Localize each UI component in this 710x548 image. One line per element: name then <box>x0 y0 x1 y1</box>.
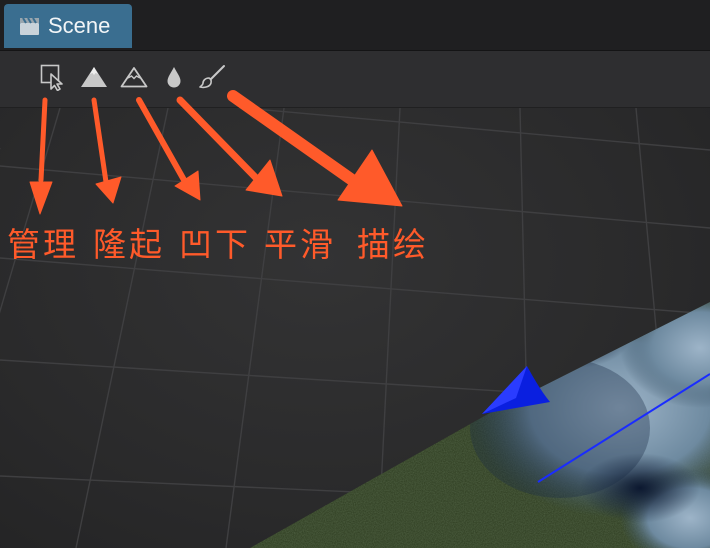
label-lower: 凹下 <box>179 225 251 264</box>
clapperboard-icon <box>19 16 40 36</box>
select-cursor-icon <box>39 63 67 95</box>
raise-mountain-icon <box>79 64 109 94</box>
lower-tool-button[interactable] <box>119 65 149 93</box>
paint-tool-button[interactable] <box>197 65 227 93</box>
lower-mountain-icon <box>119 64 149 94</box>
manage-tool-button[interactable] <box>38 63 68 95</box>
label-paint: 描绘 <box>357 225 429 264</box>
tab-label: Scene <box>48 13 111 38</box>
raise-tool-button[interactable] <box>79 65 109 93</box>
scene-canvas <box>0 108 710 548</box>
tab-bar: Scene <box>0 0 710 51</box>
terrain-toolbar <box>0 51 710 108</box>
scene-viewport[interactable] <box>0 108 710 548</box>
label-raise: 隆起 <box>93 225 165 264</box>
label-manage: 管理 <box>7 225 79 264</box>
smooth-drop-icon <box>164 64 184 94</box>
terrain-mesh <box>250 302 710 548</box>
tab-scene[interactable]: Scene <box>4 4 132 48</box>
paint-brush-icon <box>197 63 227 95</box>
label-smooth: 平滑 <box>264 225 336 264</box>
smooth-tool-button[interactable] <box>159 65 189 93</box>
